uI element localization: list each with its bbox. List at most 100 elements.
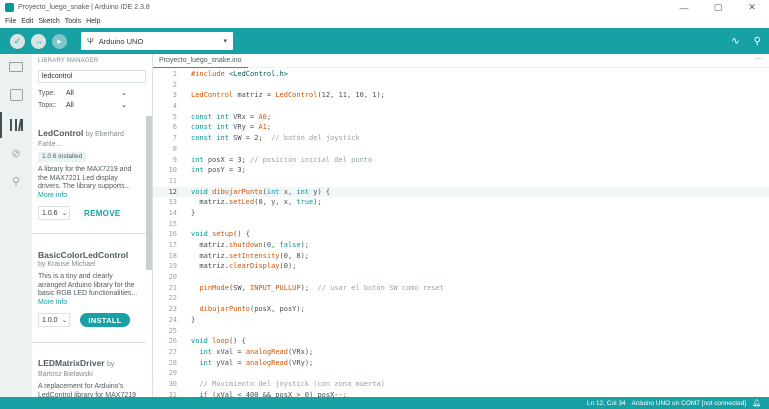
toolbar: ✓ → ▸ Ψ Arduino UNO ▾ ∿ ⚲: [0, 28, 769, 54]
more-icon[interactable]: ···: [755, 54, 763, 63]
code-line[interactable]: 28 int yVal = analogRead(VRy);: [153, 358, 769, 369]
code-line[interactable]: 27 int xVal = analogRead(VRx);: [153, 347, 769, 358]
check-icon: ✓: [13, 35, 22, 46]
version-select[interactable]: 1.0.6 ⌄: [38, 206, 70, 220]
library-author: by Krause Michael: [38, 261, 96, 268]
code-line[interactable]: 4: [153, 101, 769, 112]
type-select[interactable]: All ⌄: [63, 88, 127, 99]
chevron-down-icon: ⌄: [61, 210, 67, 217]
board-selector[interactable]: Ψ Arduino UNO ▾: [81, 32, 233, 50]
remove-button[interactable]: REMOVE: [84, 209, 120, 218]
debug-button[interactable]: ▸: [52, 33, 67, 49]
line-number: 13: [168, 198, 177, 207]
title-bar: Proyecto_luego_snake | Arduino IDE 2.3.8…: [0, 0, 769, 15]
plotter-icon[interactable]: ∿: [731, 36, 739, 47]
code-line[interactable]: 29: [153, 368, 769, 379]
code-line[interactable]: 11: [153, 176, 769, 187]
code-line[interactable]: 17 matriz.shutdown(0, false);: [153, 240, 769, 251]
line-text: int yVal = analogRead(VRy);: [199, 358, 314, 367]
board-port-status[interactable]: Arduino UNO on COM7 [not connected]: [632, 400, 747, 407]
code-line[interactable]: 6 const int VRy = A1;: [153, 122, 769, 133]
code-line[interactable]: 18 matriz.setIntensity(0, 8);: [153, 251, 769, 262]
chevron-down-icon: ▾: [223, 38, 227, 45]
code-line[interactable]: 23 dibujarPunto(posX, posY);: [153, 304, 769, 315]
code-line[interactable]: 1 #include <LedControl.h>: [153, 69, 769, 80]
serial-monitor-icon[interactable]: ⚲: [754, 36, 761, 47]
code-line[interactable]: 19 matriz.clearDisplay(0);: [153, 261, 769, 272]
cursor-position[interactable]: Ln 12, Col 34: [587, 400, 626, 407]
status-bar: Ln 12, Col 34 Arduino UNO on COM7 [not c…: [0, 397, 769, 409]
code-line[interactable]: 14}: [153, 208, 769, 219]
line-text: matriz.setLed(0, y, x, true);: [191, 198, 322, 207]
search-panel-button[interactable]: ⚲: [8, 174, 24, 188]
close-button[interactable]: ✕: [735, 0, 769, 15]
code-line[interactable]: 20: [153, 272, 769, 283]
chevron-down-icon: ⌄: [61, 317, 67, 324]
code-line[interactable]: 25: [153, 326, 769, 337]
bell-icon[interactable]: 🔔︎: [752, 399, 761, 407]
library-manager-button[interactable]: [8, 118, 24, 132]
line-text: }: [191, 315, 196, 324]
code-line[interactable]: 12 void dibujarPunto(int x, int y) {: [153, 186, 769, 198]
line-text: LedControl matriz = LedControl(12, 11, 1…: [191, 91, 385, 100]
library-card-ledcontrol: LedControl by Eberhard Fahle... 1.0.6 in…: [32, 128, 146, 220]
arrow-right-icon: →: [34, 36, 43, 46]
code-line[interactable]: 26 void loop() {: [153, 336, 769, 347]
type-value: All: [66, 89, 74, 97]
code-line[interactable]: 5 const int VRx = A0;: [153, 112, 769, 123]
library-description: A library for the MAX7219 and the MAX722…: [38, 166, 132, 190]
verify-button[interactable]: ✓: [10, 33, 25, 49]
topic-select[interactable]: All ⌄: [63, 100, 127, 111]
code-line[interactable]: 21 pinMode(SW, INPUT_PULLUP); // usar el…: [153, 283, 769, 294]
maximize-button[interactable]: ▢: [701, 0, 735, 15]
more-info-link[interactable]: More info: [38, 192, 146, 201]
code-line[interactable]: 30 // Movimiento del joystick (con zona …: [153, 379, 769, 390]
code-line[interactable]: 13 matriz.setLed(0, y, x, true);: [153, 197, 769, 208]
line-text: pinMode(SW, INPUT_PULLUP); // usar el bo…: [199, 283, 444, 292]
install-button[interactable]: INSTALL: [80, 313, 130, 327]
panel-scrollbar[interactable]: [146, 116, 152, 270]
topic-label: Topic:: [38, 101, 57, 109]
code-line[interactable]: 2: [153, 80, 769, 91]
menu-help[interactable]: Help: [86, 18, 100, 25]
line-number: 21: [168, 283, 177, 292]
debug-icon: ▸: [57, 35, 62, 46]
line-number: 2: [172, 80, 177, 89]
line-number: 18: [168, 251, 177, 260]
code-line[interactable]: 15: [153, 219, 769, 230]
code-line[interactable]: 8: [153, 144, 769, 155]
menu-sketch[interactable]: Sketch: [38, 18, 59, 25]
line-number: 1: [172, 70, 177, 78]
version-value: 1.0.0: [42, 316, 58, 324]
code-area[interactable]: 1 #include <LedControl.h> 2 3 LedControl mat…: [153, 69, 769, 400]
line-text: void setup() {: [191, 230, 251, 239]
minimize-button[interactable]: —: [667, 0, 701, 15]
code-line[interactable]: 16 void setup() {: [153, 229, 769, 240]
menu-edit[interactable]: Edit: [21, 18, 33, 25]
library-name: LEDMatrixDriver: [38, 358, 105, 368]
code-line[interactable]: 7 const int SW = 2; // botón del joystick: [153, 133, 769, 144]
library-name: BasicColorLedControl: [38, 250, 129, 260]
card-divider: [32, 233, 146, 234]
code-line[interactable]: 3 LedControl matriz = LedControl(12, 11, …: [153, 90, 769, 101]
sketchbook-button[interactable]: [8, 60, 24, 74]
tab-sketch[interactable]: Proyecto_luego_snake.ino: [153, 54, 248, 68]
upload-button[interactable]: →: [31, 33, 46, 49]
line-text: matriz.shutdown(0, false);: [191, 241, 310, 249]
line-number: 17: [168, 241, 177, 249]
menu-tools[interactable]: Tools: [65, 18, 81, 25]
board-name: Arduino UNO: [98, 36, 144, 46]
code-line[interactable]: 9 int posX = 3; // posición inicial del p…: [153, 155, 769, 166]
more-info-link[interactable]: More info: [38, 299, 146, 308]
code-line[interactable]: 24}: [153, 315, 769, 326]
version-select[interactable]: 1.0.0 ⌄: [38, 313, 70, 327]
code-line[interactable]: 10 int posY = 3;: [153, 165, 769, 176]
boards-manager-button[interactable]: [8, 88, 24, 102]
code-line[interactable]: 22: [153, 293, 769, 304]
debug-panel-button[interactable]: ⊘: [8, 146, 24, 160]
library-search-input[interactable]: ledcontrol: [38, 70, 146, 83]
line-text: int posY = 3;: [191, 166, 246, 175]
topic-filter-row: Topic: All ⌄: [32, 99, 152, 111]
menu-file[interactable]: File: [5, 18, 16, 25]
topic-value: All: [66, 101, 74, 109]
